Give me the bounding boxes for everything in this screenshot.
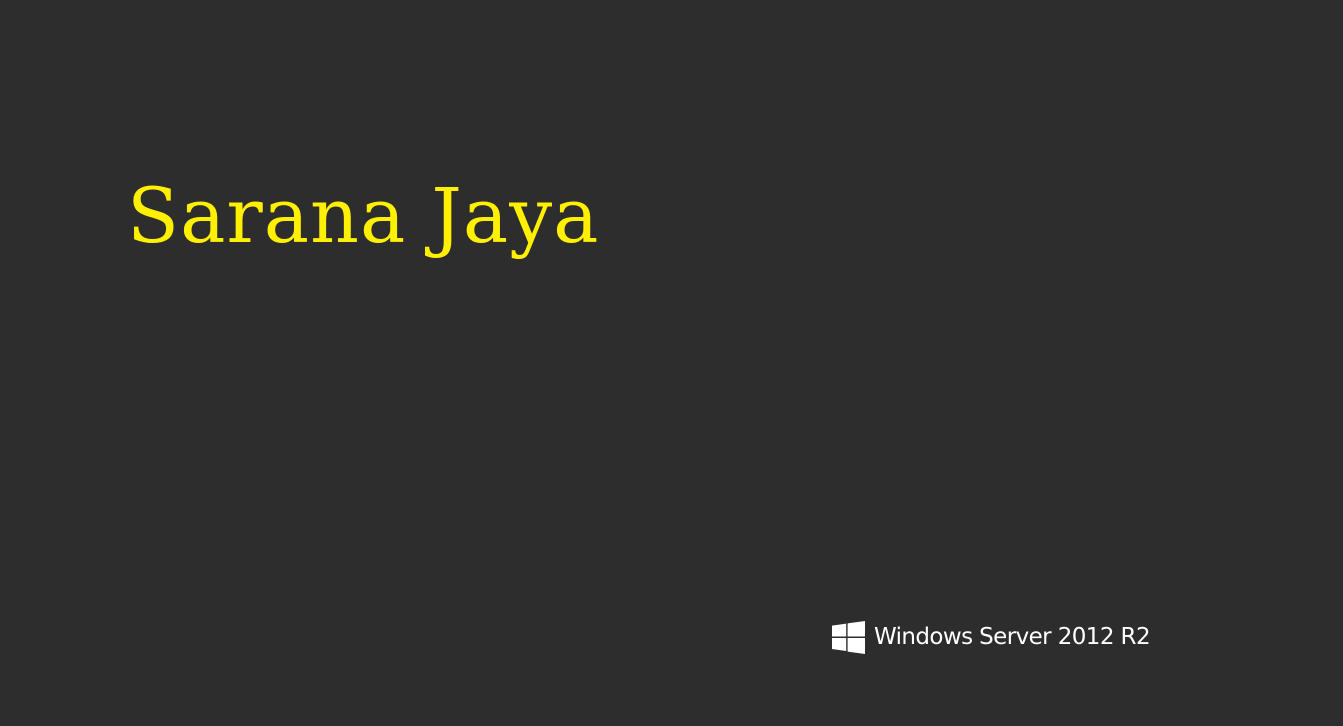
wallpaper-headline: Sarana Jaya bbox=[127, 171, 600, 260]
desktop-wallpaper: Sarana Jaya Windows Server 2012 R2 bbox=[0, 0, 1343, 726]
windows-server-branding: Windows Server 2012 R2 bbox=[832, 620, 1151, 654]
windows-logo-icon bbox=[832, 620, 865, 654]
windows-server-label: Windows Server 2012 R2 bbox=[874, 624, 1151, 650]
